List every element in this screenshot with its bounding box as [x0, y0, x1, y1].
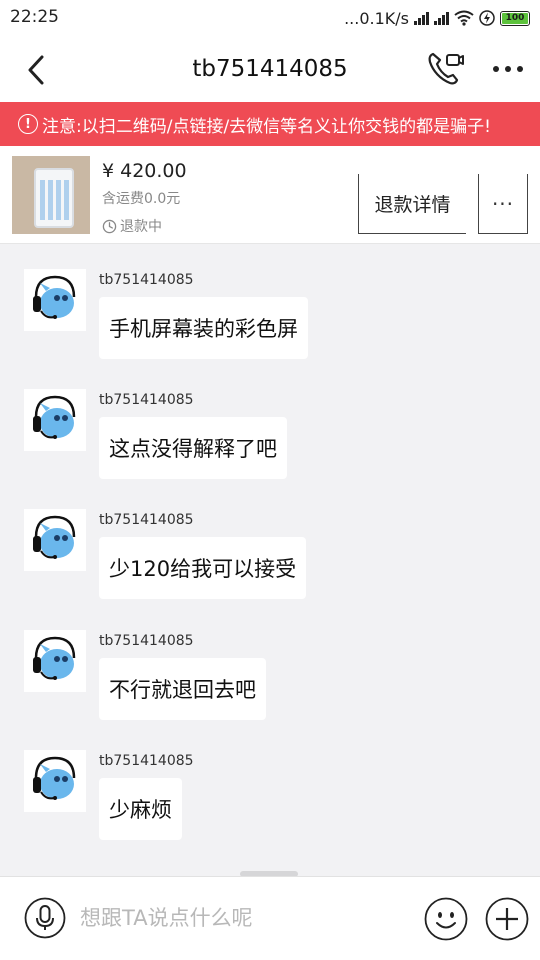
- message-bubble[interactable]: 这点没得解释了吧: [99, 417, 287, 479]
- signal-icon-2: [434, 11, 449, 25]
- battery-icon: 100: [500, 10, 530, 26]
- refund-status-label: 退款中: [120, 219, 162, 235]
- order-card[interactable]: ¥ 420.00 含运费0.0元 退款中 退款详情 ···: [0, 146, 540, 244]
- clock-icon: [102, 219, 117, 233]
- message-item: tb751414085 手机屏幕装的彩色屏: [0, 245, 540, 359]
- status-bar: 22:25 ...0.1K/s 100: [0, 0, 540, 36]
- avatar[interactable]: [24, 509, 86, 571]
- chevron-left-icon[interactable]: [20, 52, 56, 88]
- message-item: tb751414085 少120给我可以接受: [0, 485, 540, 599]
- sender-name: tb751414085: [99, 512, 194, 528]
- item-shipping: 含运费0.0元: [102, 191, 181, 207]
- card-more-label: ···: [491, 191, 515, 216]
- message-bubble[interactable]: 不行就退回去吧: [99, 658, 266, 720]
- warning-text: 注意:以扫二维码/点链接/去微信等名义让你交钱的都是骗子!: [42, 116, 491, 137]
- message-bubble[interactable]: 少120给我可以接受: [99, 537, 307, 599]
- sender-name: tb751414085: [99, 753, 194, 769]
- message-bubble[interactable]: 手机屏幕装的彩色屏: [99, 297, 308, 359]
- sender-name: tb751414085: [99, 633, 194, 649]
- status-indicators: ...0.1K/s 100: [344, 8, 530, 28]
- nav-bar: tb751414085: [0, 36, 540, 102]
- avatar[interactable]: [24, 750, 86, 812]
- chat-list[interactable]: tb751414085 手机屏幕装的彩色屏 tb751414085 这点没得解释…: [0, 245, 540, 875]
- refund-details-button[interactable]: 退款详情: [358, 174, 466, 234]
- item-thumbnail[interactable]: [12, 156, 90, 234]
- sender-name: tb751414085: [99, 272, 194, 288]
- card-more-button[interactable]: ···: [478, 174, 528, 234]
- message-item: tb751414085 不行就退回去吧: [0, 606, 540, 720]
- charging-icon: [479, 10, 495, 26]
- signal-icon: [414, 11, 429, 25]
- refund-status: 退款中: [102, 216, 162, 236]
- wifi-icon: [454, 10, 474, 26]
- warning-icon: !: [18, 114, 38, 134]
- sender-name: tb751414085: [99, 392, 194, 408]
- page-title: tb751414085: [192, 56, 348, 82]
- emoji-icon[interactable]: [424, 897, 468, 941]
- message-input[interactable]: [80, 897, 410, 939]
- message-item: tb751414085 这点没得解释了吧: [0, 365, 540, 479]
- status-time: 22:25: [10, 7, 59, 27]
- avatar[interactable]: [24, 269, 86, 331]
- network-speed: ...0.1K/s: [344, 8, 409, 28]
- battery-level: 100: [502, 12, 528, 24]
- message-input-bar: [0, 876, 540, 960]
- microphone-icon[interactable]: [24, 897, 66, 939]
- phone-image: [34, 168, 74, 228]
- item-price: ¥ 420.00: [102, 160, 187, 182]
- message-item: tb751414085 少麻烦: [0, 726, 540, 840]
- avatar[interactable]: [24, 389, 86, 451]
- phone-video-icon[interactable]: [425, 50, 465, 88]
- more-dots-icon[interactable]: [488, 54, 528, 84]
- scam-warning-banner: ! 注意:以扫二维码/点链接/去微信等名义让你交钱的都是骗子!: [0, 102, 540, 146]
- message-bubble[interactable]: 少麻烦: [99, 778, 182, 840]
- avatar[interactable]: [24, 630, 86, 692]
- plus-icon[interactable]: [485, 897, 529, 941]
